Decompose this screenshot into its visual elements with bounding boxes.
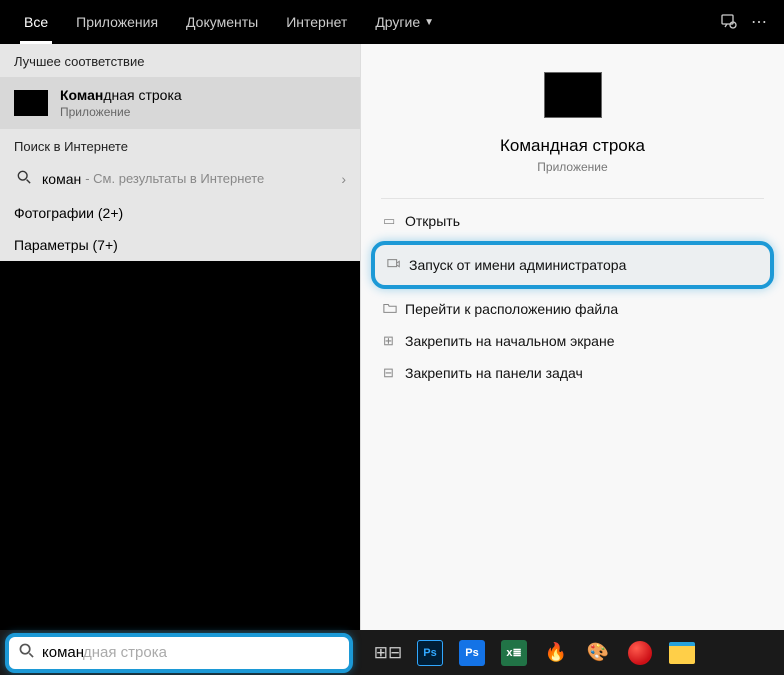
action-label: Перейти к расположению файла (405, 301, 618, 317)
action-list: ▭ Открыть Запуск от имени администратора… (361, 205, 784, 389)
search-typed: коман (42, 644, 84, 661)
pin-start-icon: ⊞ (383, 333, 405, 349)
pin-taskbar-icon: ⊟ (383, 365, 405, 381)
open-icon: ▭ (383, 213, 405, 229)
search-icon (14, 170, 34, 187)
action-label: Закрепить на начальном экране (405, 333, 615, 349)
search-filter-tabs: Все Приложения Документы Интернет Другие… (0, 0, 784, 44)
feedback-icon[interactable] (714, 0, 744, 44)
separator (381, 198, 764, 199)
best-match-title: Командная строка (60, 87, 182, 103)
search-icon (19, 643, 34, 662)
preview-subtitle: Приложение (537, 160, 607, 174)
tab-apps[interactable]: Приложения (62, 0, 172, 44)
action-run-as-admin[interactable]: Запуск от имени администратора (371, 241, 774, 289)
category-label: Параметры (7+) (14, 237, 118, 253)
tab-label: Другие (375, 14, 420, 30)
results-empty-area (0, 261, 360, 630)
app-opera-icon[interactable] (622, 635, 658, 671)
web-search-hint: - См. результаты в Интернете (85, 171, 264, 186)
search-box[interactable]: командная строка (5, 633, 353, 673)
tab-label: Интернет (286, 14, 347, 30)
action-label: Запуск от имени администратора (409, 257, 626, 273)
folder-open-icon (383, 301, 405, 318)
category-params[interactable]: Параметры (7+) (0, 229, 360, 261)
action-label: Открыть (405, 213, 460, 229)
results-list: Лучшее соответствие Командная строка При… (0, 44, 360, 630)
app-burn-icon[interactable]: 🔥 (538, 635, 574, 671)
web-search-header: Поиск в Интернете (0, 129, 360, 162)
cmd-preview-icon (544, 72, 602, 118)
preview-header: Командная строка Приложение (361, 52, 784, 184)
category-photos[interactable]: Фотографии (2+) (0, 197, 360, 229)
best-match-header: Лучшее соответствие (0, 44, 360, 77)
action-pin-taskbar[interactable]: ⊟ Закрепить на панели задач (371, 357, 774, 389)
app-paint-icon[interactable]: 🎨 (580, 635, 616, 671)
chevron-right-icon: › (341, 171, 346, 187)
preview-pane: Командная строка Приложение ▭ Открыть За… (360, 44, 784, 630)
app-photoshop-alt-icon[interactable]: Ps (454, 635, 490, 671)
app-photoshop-icon[interactable]: Ps (412, 635, 448, 671)
preview-title: Командная строка (500, 136, 645, 156)
web-search-item[interactable]: коман - См. результаты в Интернете › (0, 162, 360, 197)
best-match-subtitle: Приложение (60, 105, 182, 119)
search-autocomplete: дная строка (83, 644, 167, 661)
chevron-down-icon: ▼ (424, 17, 434, 28)
tab-label: Приложения (76, 14, 158, 30)
taskbar-icons: ⊞⊟ Ps Ps x≣ 🔥 🎨 (358, 635, 784, 671)
best-match-item[interactable]: Командная строка Приложение (0, 77, 360, 129)
search-text: командная строка (42, 644, 339, 661)
more-icon[interactable]: ⋯ (744, 0, 774, 44)
shield-admin-icon (387, 257, 409, 274)
action-pin-start[interactable]: ⊞ Закрепить на начальном экране (371, 325, 774, 357)
action-open-file-location[interactable]: Перейти к расположению файла (371, 293, 774, 325)
tab-label: Все (24, 14, 48, 30)
cmd-thumbnail-icon (14, 90, 48, 116)
action-open[interactable]: ▭ Открыть (371, 205, 774, 237)
tab-other[interactable]: Другие ▼ (361, 0, 448, 44)
app-explorer-icon[interactable] (664, 635, 700, 671)
category-label: Фотографии (2+) (14, 205, 123, 221)
tab-web[interactable]: Интернет (272, 0, 361, 44)
tab-label: Документы (186, 14, 258, 30)
web-search-term: коман (42, 171, 81, 187)
tab-docs[interactable]: Документы (172, 0, 272, 44)
tab-all[interactable]: Все (10, 0, 62, 44)
app-excel-icon[interactable]: x≣ (496, 635, 532, 671)
task-view-icon[interactable]: ⊞⊟ (370, 635, 406, 671)
action-label: Закрепить на панели задач (405, 365, 583, 381)
taskbar: командная строка ⊞⊟ Ps Ps x≣ 🔥 🎨 (0, 630, 784, 675)
search-results-panel: Лучшее соответствие Командная строка При… (0, 44, 784, 630)
